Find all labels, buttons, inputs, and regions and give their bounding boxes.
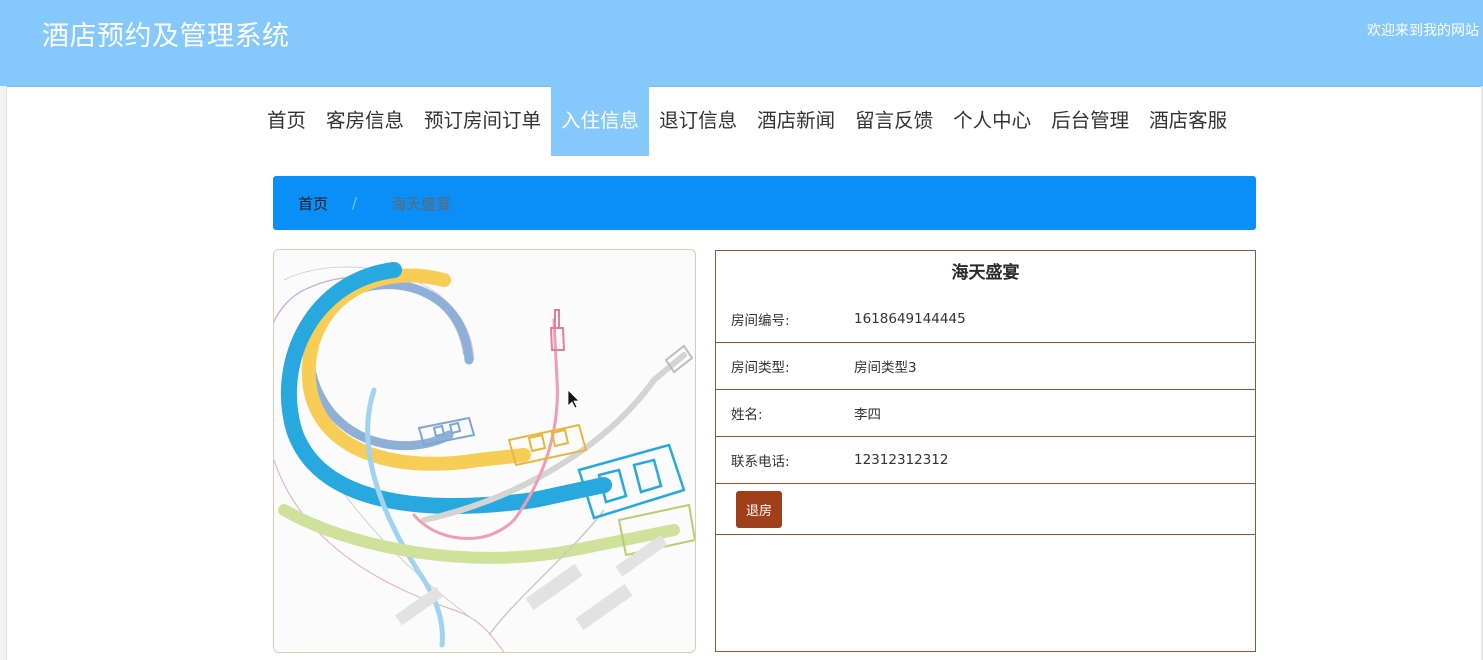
main-nav: 首页 客房信息 预订房间订单 入住信息 退订信息 酒店新闻 留言反馈 个人中心 … <box>257 86 1237 156</box>
room-image <box>273 249 696 653</box>
breadcrumb-separator: / <box>352 194 358 212</box>
nav-item-home[interactable]: 首页 <box>257 86 316 156</box>
info-label: 房间编号: <box>731 313 790 329</box>
info-label: 姓名: <box>731 407 763 423</box>
info-label: 联系电话: <box>731 454 790 470</box>
info-value: 12312312312 <box>854 452 949 468</box>
cables-illustration <box>274 250 695 652</box>
nav-item-news[interactable]: 酒店新闻 <box>747 86 845 156</box>
nav-item-bookings[interactable]: 预订房间订单 <box>414 86 551 156</box>
welcome-text: 欢迎来到我的网站 <box>1367 23 1479 39</box>
breadcrumb: 首页 / 海天盛宴 <box>273 176 1256 230</box>
nav-item-cancellations[interactable]: 退订信息 <box>649 86 747 156</box>
nav-item-checkin[interactable]: 入住信息 <box>551 86 650 156</box>
checkout-button[interactable]: 退房 <box>736 490 783 528</box>
info-value: 1618649144445 <box>854 311 966 327</box>
room-detail-panel: 海天盛宴 房间编号: 1618649144445 房间类型: 房间类型3 姓名:… <box>715 250 1256 652</box>
breadcrumb-current: 海天盛宴 <box>391 194 452 213</box>
nav-item-rooms[interactable]: 客房信息 <box>316 86 414 156</box>
nav-item-admin[interactable]: 后台管理 <box>1041 86 1139 156</box>
info-row-phone: 联系电话: 12312312312 <box>716 437 1255 484</box>
breadcrumb-home-link[interactable]: 首页 <box>298 193 328 214</box>
info-value: 房间类型3 <box>854 360 917 376</box>
nav-item-service[interactable]: 酒店客服 <box>1139 86 1237 156</box>
info-row-room-type: 房间类型: 房间类型3 <box>716 343 1255 390</box>
info-row-room-number: 房间编号: 1618649144445 <box>716 296 1255 343</box>
nav-item-profile[interactable]: 个人中心 <box>943 86 1041 156</box>
nav-item-feedback[interactable]: 留言反馈 <box>845 86 943 156</box>
top-header: 酒店预约及管理系统 欢迎来到我的网站 <box>0 0 1483 86</box>
left-edge <box>0 86 7 660</box>
info-row-name: 姓名: 李四 <box>716 390 1255 437</box>
action-row: 退房 <box>716 484 1255 535</box>
info-label: 房间类型: <box>731 360 790 376</box>
room-name-title: 海天盛宴 <box>951 263 1020 283</box>
site-title: 酒店预约及管理系统 <box>42 21 290 52</box>
info-value: 李四 <box>854 407 881 423</box>
